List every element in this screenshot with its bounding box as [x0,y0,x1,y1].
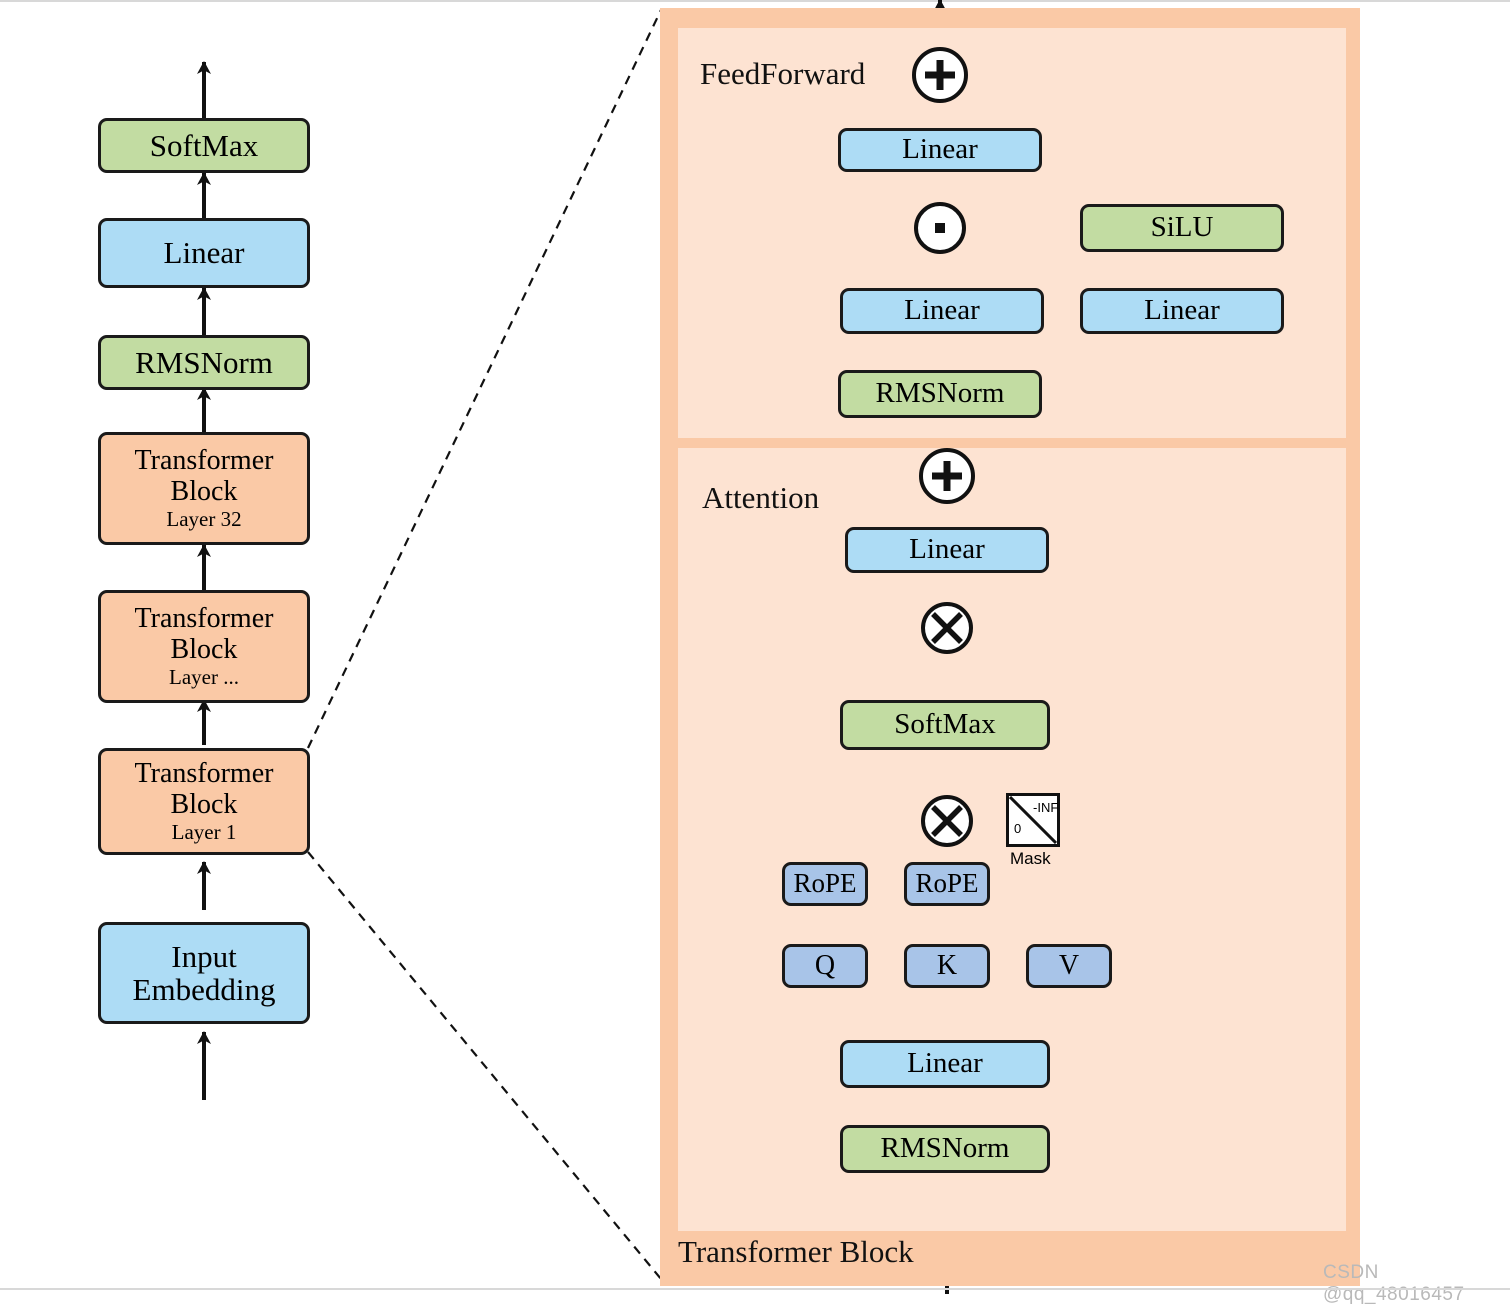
node-sublabel: Layer 1 [171,819,237,844]
attn-residual-add-icon [919,448,975,504]
mask-upper-right-value: -INF [1033,800,1059,815]
transformer-block-outer-label: Transformer Block [678,1234,914,1269]
ff-elementwise-multiply-icon [914,202,966,254]
attn-output-linear[interactable]: Linear [845,527,1049,573]
node-label: Linear [907,1047,983,1080]
ff-rmsnorm[interactable]: RMSNorm [838,370,1042,418]
node-label: Linear [909,533,985,566]
node-sublabel: Layer 32 [166,506,242,531]
bottom-rule [0,1288,1510,1290]
node-transformer-block-1[interactable]: Transformer Block Layer 1 [98,748,310,855]
attn-rope-query[interactable]: RoPE [782,862,868,906]
node-label: Linear [1144,294,1220,327]
mask-lower-left-value: 0 [1014,821,1022,836]
node-transformer-block-mid[interactable]: Transformer Block Layer ... [98,590,310,703]
node-label: Input Embedding [132,938,276,1007]
node-label: Linear [163,235,245,271]
node-transformer-block-32[interactable]: Transformer Block Layer 32 [98,432,310,545]
node-rmsnorm-final[interactable]: RMSNorm [98,335,310,390]
node-sublabel: Layer ... [169,664,239,689]
node-label: SiLU [1150,211,1214,244]
feedforward-label: FeedForward [700,56,866,91]
attn-value[interactable]: V [1026,944,1112,988]
attn-softmax[interactable]: SoftMax [840,700,1050,750]
node-label: RoPE [793,868,857,899]
node-label: Transformer Block [134,445,274,507]
ff-output-linear[interactable]: Linear [838,128,1042,172]
node-label: Transformer Block [134,758,274,820]
attn-value-matmul-icon [921,602,973,654]
attn-query[interactable]: Q [782,944,868,988]
callout-dashed-lines [307,9,662,1280]
causal-mask-icon: -INF 0 [1006,793,1060,847]
node-label: Linear [904,294,980,327]
node-label: K [936,949,958,981]
attn-qkv-linear[interactable]: Linear [840,1040,1050,1088]
attn-rmsnorm[interactable]: RMSNorm [840,1125,1050,1173]
node-label: SoftMax [149,127,259,163]
node-input-embedding[interactable]: Input Embedding [98,922,310,1024]
node-label: RMSNorm [875,377,1005,410]
ff-gate-linear[interactable]: Linear [840,288,1044,334]
node-label: RMSNorm [135,344,273,380]
node-label: V [1058,949,1080,981]
ff-residual-add-icon [912,47,968,103]
ff-up-linear[interactable]: Linear [1080,288,1284,334]
attention-label: Attention [702,480,820,515]
attn-key[interactable]: K [904,944,990,988]
mask-caption: Mask [1010,849,1051,868]
attn-score-matmul-icon [921,795,973,847]
watermark: CSDN @qq_48016457 [1323,1262,1465,1305]
node-label: SoftMax [894,708,996,741]
node-label: RoPE [915,868,979,899]
node-label: Linear [902,133,978,166]
attn-rope-key[interactable]: RoPE [904,862,990,906]
ff-silu[interactable]: SiLU [1080,204,1284,252]
node-softmax-output[interactable]: SoftMax [98,118,310,173]
node-label: RMSNorm [880,1132,1010,1165]
node-linear-output[interactable]: Linear [98,218,310,288]
node-label: Transformer Block [134,603,274,665]
node-label: Q [814,949,836,981]
